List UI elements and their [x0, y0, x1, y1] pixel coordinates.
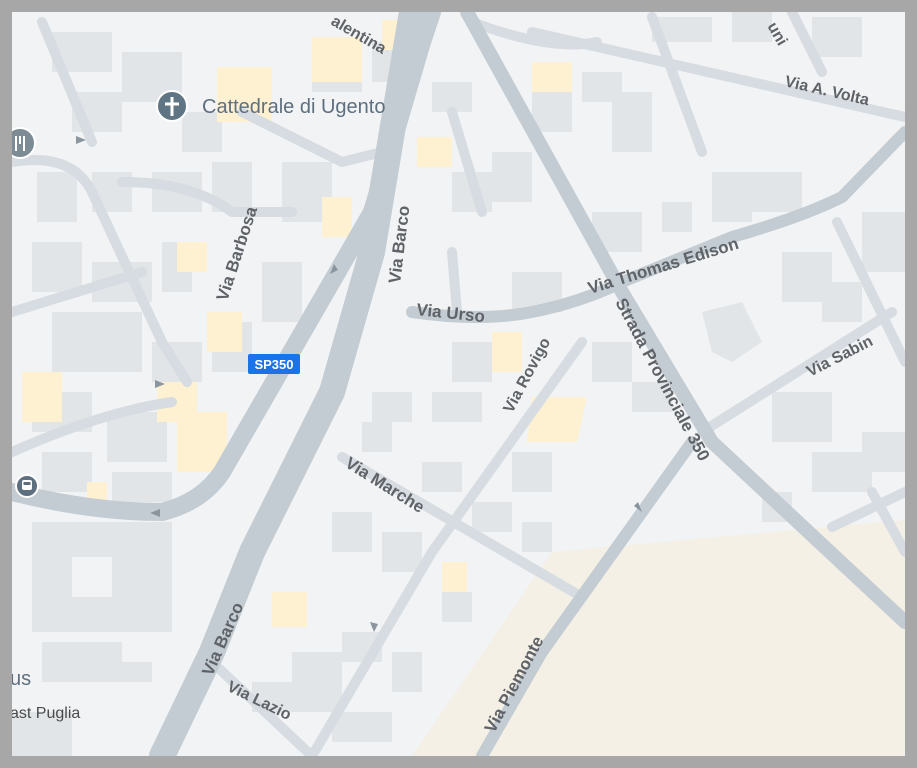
edge-label-us[interactable]: us — [12, 668, 31, 690]
edge-label-east-puglia[interactable]: ast Puglia — [12, 705, 80, 722]
street-label-urso[interactable]: Via Urso — [416, 300, 486, 326]
street-label-barbosa[interactable]: Via Barbosa — [213, 204, 262, 304]
map-canvas[interactable]: Cattedrale di Ugento SP350 alentina Via … — [12, 12, 905, 756]
building-block-lot — [72, 557, 112, 597]
map-viewport[interactable]: Cattedrale di Ugento SP350 alentina Via … — [12, 12, 905, 756]
cattedrale-label[interactable]: Cattedrale di Ugento — [202, 96, 385, 118]
sp350-route-badge: SP350 — [248, 354, 300, 374]
street-label-marche[interactable]: Via Marche — [342, 453, 428, 517]
restaurant-icon[interactable] — [12, 127, 36, 159]
svg-text:SP350: SP350 — [254, 357, 293, 372]
bus-stop-icon[interactable] — [15, 474, 39, 498]
